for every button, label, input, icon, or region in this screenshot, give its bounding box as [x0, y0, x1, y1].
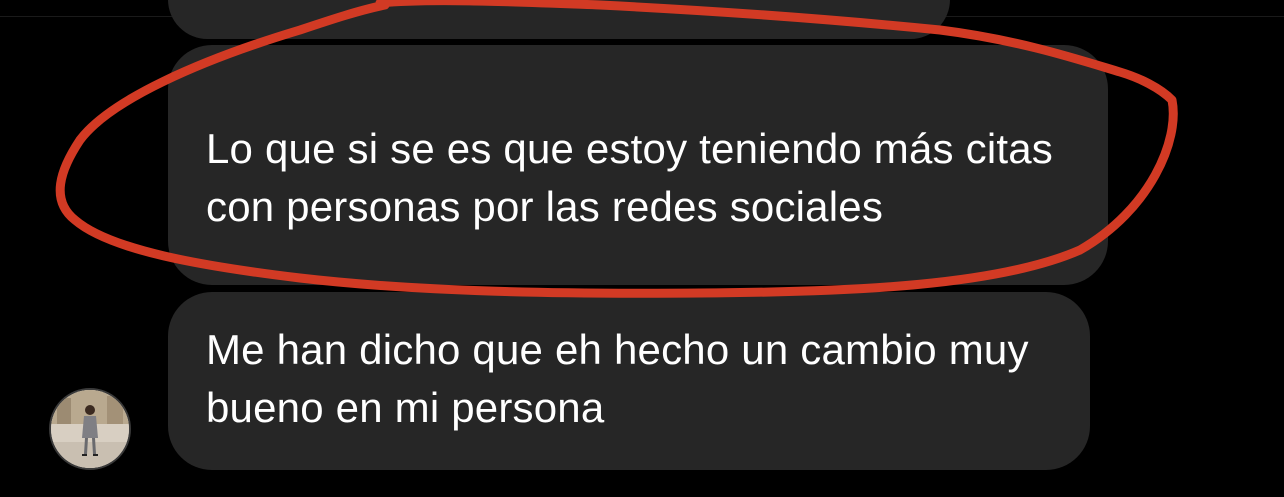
- message-bubble[interactable]: Me han dicho que eh hecho un cambio muy …: [168, 292, 1090, 470]
- message-bubble-highlighted[interactable]: Lo que si se es que estoy teniendo más c…: [168, 45, 1108, 285]
- sender-avatar[interactable]: [49, 388, 131, 470]
- previous-message-bubble[interactable]: [168, 0, 950, 39]
- message-text: Me han dicho que eh hecho un cambio muy …: [206, 326, 1029, 431]
- avatar-photo-icon: [51, 390, 129, 468]
- message-text: Lo que si se es que estoy teniendo más c…: [206, 125, 1053, 230]
- chat-thread: Lo que si se es que estoy teniendo más c…: [0, 0, 1284, 497]
